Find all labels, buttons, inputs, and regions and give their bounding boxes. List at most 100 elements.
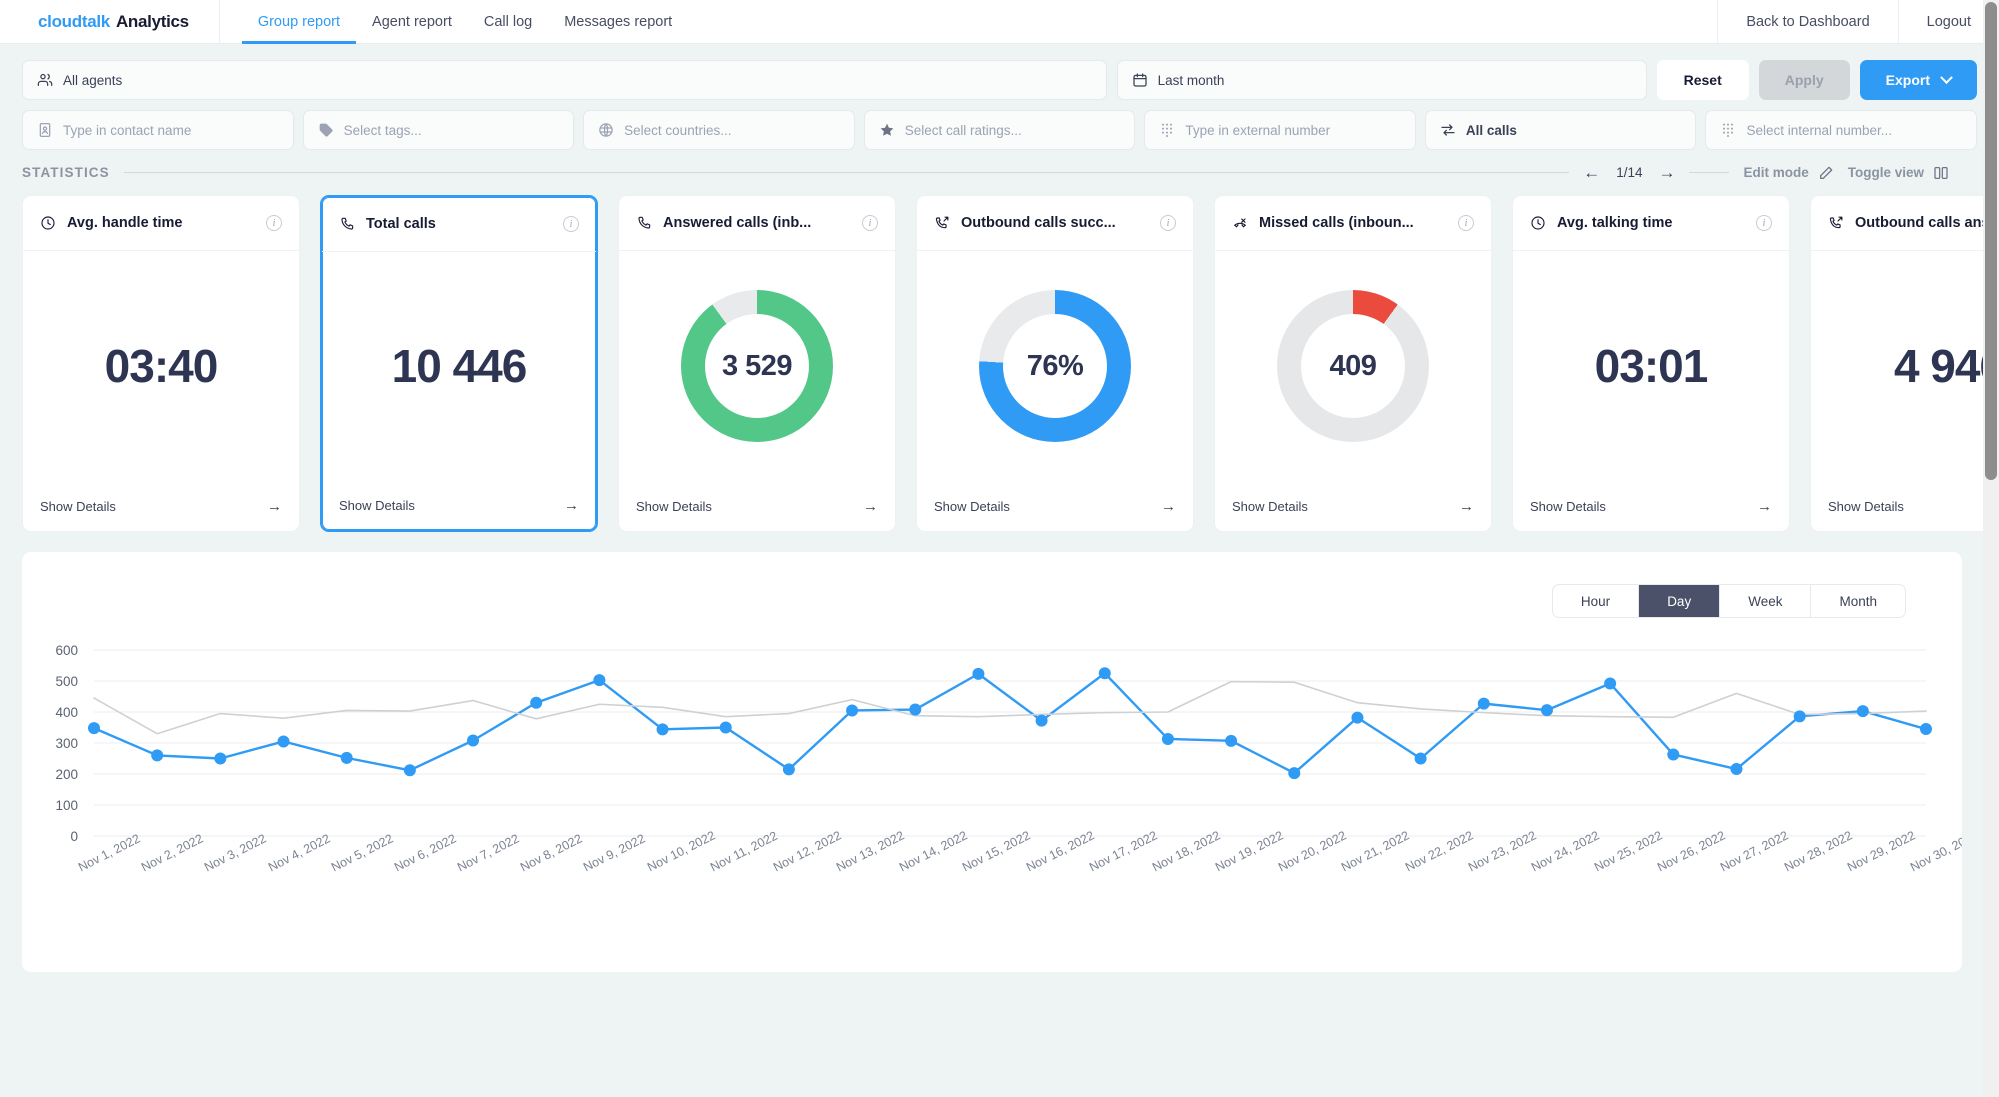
contact-name-filter[interactable]: Type in contact name <box>22 110 294 150</box>
chart-data-point[interactable] <box>782 763 795 776</box>
stat-card[interactable]: Total calls i 10 446 Show Details → <box>320 195 598 532</box>
tab-group-report[interactable]: Group report <box>241 0 357 44</box>
info-icon[interactable]: i <box>1160 215 1176 231</box>
show-details-link[interactable]: Show Details→ <box>1513 481 1789 531</box>
stat-card-header: Missed calls (inboun... i <box>1215 196 1491 251</box>
page-indicator: 1/14 <box>1616 165 1643 180</box>
export-button-label: Export <box>1885 72 1930 88</box>
toggle-view-label: Toggle view <box>1847 165 1924 180</box>
clock-icon <box>41 216 55 230</box>
tab-agent-report[interactable]: Agent report <box>356 0 468 43</box>
donut-chart: 3 529 <box>681 290 833 442</box>
stat-card[interactable]: Outbound calls succ... i 76% Show Details → <box>916 195 1194 532</box>
show-details-link[interactable]: Show Details→ <box>322 480 596 530</box>
users-icon <box>37 73 53 86</box>
date-range-value: Last month <box>1157 72 1225 88</box>
chart-data-point[interactable] <box>1667 748 1680 761</box>
show-details-link[interactable]: Show Details→ <box>1811 481 1999 531</box>
tab-messages-report[interactable]: Messages report <box>548 0 688 43</box>
countries-placeholder: Select countries... <box>624 122 732 138</box>
brand-secondary: Analytics <box>115 11 189 31</box>
stat-card-body: 3 529 <box>619 251 895 481</box>
chart-data-point[interactable] <box>1730 763 1743 776</box>
arrow-right-icon: → <box>1459 497 1474 515</box>
chart-data-point[interactable] <box>403 764 416 777</box>
stat-card-header: Total calls i <box>322 197 596 252</box>
show-details-label: Show Details <box>40 498 116 514</box>
phone-icon <box>638 216 651 229</box>
filters-row-secondary: Type in contact name Select tags... Sele… <box>22 110 1978 150</box>
stat-card-title: Answered calls (inb... <box>663 215 812 231</box>
edit-mode-button[interactable]: Edit mode <box>1743 165 1833 181</box>
stat-card-body: 409 <box>1215 251 1491 481</box>
chart-data-point[interactable] <box>214 752 227 765</box>
granularity-option[interactable]: Week <box>1720 585 1812 617</box>
granularity-option[interactable]: Month <box>1811 585 1905 617</box>
donut-chart: 409 <box>1277 290 1429 442</box>
chart-data-point[interactable] <box>151 749 164 762</box>
tags-filter[interactable]: Select tags... <box>302 110 575 150</box>
agents-filter[interactable]: All agents <box>22 60 1107 100</box>
stat-card[interactable]: Outbound calls ans...i4 946Show Details→ <box>1810 195 1999 532</box>
pencil-icon <box>1819 166 1833 179</box>
stat-card-body: 10 446 <box>322 252 596 480</box>
x-axis-labels: Nov 1, 2022 Nov 2, 2022 Nov 3, 2022 Nov 4, … <box>22 640 1962 874</box>
stat-card-header: Outbound calls succ... i <box>917 196 1193 251</box>
chart-data-point[interactable] <box>1288 767 1301 780</box>
back-to-dashboard-link[interactable]: Back to Dashboard <box>1717 0 1897 43</box>
show-details-link[interactable]: Show Details → <box>1215 481 1491 531</box>
statistics-toolbar: STATISTICS ← 1/14 → Edit mode Toggle vie… <box>0 150 1999 181</box>
info-icon[interactable]: i <box>862 215 878 231</box>
stat-card-value: 03:40 <box>104 340 219 392</box>
export-button[interactable]: Export <box>1859 60 1977 100</box>
apply-button[interactable]: Apply <box>1758 60 1850 100</box>
stat-card[interactable]: Answered calls (inb... i 3 529 Show Details… <box>618 195 896 532</box>
stat-card[interactable]: Missed calls (inboun... i 409 Show Details → <box>1214 195 1492 532</box>
stat-card-value: 76% <box>1026 349 1084 382</box>
stat-card[interactable]: Avg. talking time i 03:01 Show Details → <box>1512 195 1790 532</box>
chart-data-point[interactable] <box>1414 752 1427 765</box>
phone-icon <box>341 217 354 230</box>
granularity-option[interactable]: Hour <box>1553 585 1640 617</box>
toggle-view-button[interactable]: Toggle view <box>1848 165 1949 181</box>
top-navigation: cloudtalk Analytics Group report Agent r… <box>0 0 1999 44</box>
info-icon[interactable]: i <box>1756 215 1772 231</box>
agents-filter-value: All agents <box>63 72 123 88</box>
stat-card-title: Outbound calls succ... <box>961 215 1116 231</box>
show-details-link[interactable]: Show Details→ <box>619 481 895 531</box>
page-scrollbar[interactable] <box>1983 0 1999 1097</box>
arrow-left-icon[interactable]: ← <box>1583 164 1600 181</box>
show-details-link[interactable]: Show Details→ <box>917 481 1193 531</box>
divider-left <box>123 172 1570 173</box>
show-details-label: Show Details <box>339 497 415 513</box>
call-ratings-filter[interactable]: Select call ratings... <box>863 110 1136 150</box>
tab-call-log[interactable]: Call log <box>468 0 548 43</box>
granularity-option[interactable]: Day <box>1639 585 1721 617</box>
info-icon[interactable]: i <box>563 216 579 232</box>
date-range-filter[interactable]: Last month <box>1116 60 1647 100</box>
tag-icon <box>319 123 333 137</box>
reset-button[interactable]: Reset <box>1656 60 1749 100</box>
edit-mode-label: Edit mode <box>1743 165 1809 180</box>
donut-center: 3 529 <box>705 314 809 418</box>
external-number-filter[interactable]: Type in external number <box>1144 110 1416 150</box>
show-details-link[interactable]: Show Details→ <box>23 481 299 531</box>
chart-data-point[interactable] <box>340 751 353 764</box>
page-scrollbar-thumb[interactable] <box>1985 2 1997 480</box>
internal-number-filter[interactable]: Select internal number... <box>1705 110 1978 150</box>
info-icon[interactable]: i <box>266 215 282 231</box>
nav-tabs: Group report Agent report Call log Messa… <box>220 0 688 44</box>
call-direction-filter[interactable]: All calls <box>1424 110 1697 150</box>
countries-filter[interactable]: Select countries... <box>583 110 855 150</box>
show-details-label: Show Details <box>1828 498 1904 514</box>
show-details-label: Show Details <box>1232 498 1308 514</box>
clock-icon <box>1531 216 1545 230</box>
info-icon[interactable]: i <box>1458 215 1474 231</box>
stat-card-value: 10 446 <box>391 340 528 392</box>
stat-card-value: 3 529 <box>721 349 793 382</box>
statistics-cards: Avg. handle time i 03:40 Show Details → Total… <box>0 181 1999 532</box>
stat-card-title: Total calls <box>366 216 436 232</box>
arrow-right-icon[interactable]: → <box>1658 164 1675 181</box>
stat-card[interactable]: Avg. handle time i 03:40 Show Details → <box>22 195 300 532</box>
dialpad-icon <box>1723 123 1734 137</box>
